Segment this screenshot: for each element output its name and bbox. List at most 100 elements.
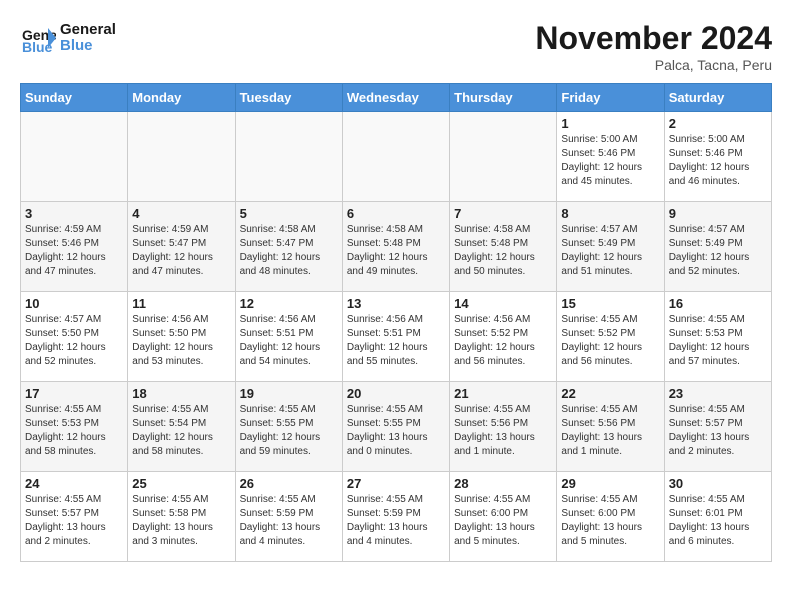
calendar-cell: 27Sunrise: 4:55 AM Sunset: 5:59 PM Dayli… xyxy=(342,472,449,562)
calendar-cell: 29 Sunrise: 4:55 AM Sunset: 6:00 PM Dayli… xyxy=(557,472,664,562)
day-detail: Sunrise: 4:55 AM Sunset: 5:54 PM Dayligh… xyxy=(132,403,230,459)
calendar-week-row: 10 Sunrise: 4:57 AM Sunset: 5:50 PM Dayli… xyxy=(21,292,772,382)
calendar-cell: 12 Sunrise: 4:56 AM Sunset: 5:51 PM Dayli… xyxy=(235,292,342,382)
day-number: 16 xyxy=(669,296,767,311)
day-detail: Sunrise: 4:55 AM Sunset: 5:55 PM Dayligh… xyxy=(240,403,338,459)
weekday-header: Saturday xyxy=(664,84,771,112)
calendar-table: SundayMondayTuesdayWednesdayThursdayFrid… xyxy=(20,83,772,562)
calendar-cell xyxy=(21,112,128,202)
day-number: 14 xyxy=(454,296,552,311)
page-header: General Blue General Blue November 2024 … xyxy=(20,20,772,73)
calendar-cell: 8Sunrise: 4:57 AM Sunset: 5:49 PM Daylig… xyxy=(557,202,664,292)
day-detail: Sunrise: 4:55 AM Sunset: 5:56 PM Dayligh… xyxy=(561,403,659,459)
day-number: 25 xyxy=(132,476,230,491)
day-number: 4 xyxy=(132,206,230,221)
day-detail: Sunrise: 4:55 AM Sunset: 5:53 PM Dayligh… xyxy=(669,313,767,369)
calendar-cell: 2 Sunrise: 5:00 AM Sunset: 5:46 PM Daylig… xyxy=(664,112,771,202)
day-number: 22 xyxy=(561,386,659,401)
calendar-cell: 22 Sunrise: 4:55 AM Sunset: 5:56 PM Dayli… xyxy=(557,382,664,472)
month-title: November 2024 xyxy=(535,20,772,57)
day-number: 24 xyxy=(25,476,123,491)
day-detail: Sunrise: 4:58 AM Sunset: 5:47 PM Dayligh… xyxy=(240,223,338,279)
calendar-cell: 4 Sunrise: 4:59 AM Sunset: 5:47 PM Daylig… xyxy=(128,202,235,292)
title-block: November 2024 Palca, Tacna, Peru xyxy=(535,20,772,73)
day-detail: Sunrise: 4:58 AM Sunset: 5:48 PM Dayligh… xyxy=(454,223,552,279)
calendar-cell: 1 Sunrise: 5:00 AM Sunset: 5:46 PM Daylig… xyxy=(557,112,664,202)
calendar-cell: 26Sunrise: 4:55 AM Sunset: 5:59 PM Dayli… xyxy=(235,472,342,562)
day-detail: Sunrise: 4:55 AM Sunset: 6:00 PM Dayligh… xyxy=(561,493,659,549)
day-detail: Sunrise: 4:56 AM Sunset: 5:51 PM Dayligh… xyxy=(347,313,445,369)
calendar-cell: 25 Sunrise: 4:55 AM Sunset: 5:58 PM Dayli… xyxy=(128,472,235,562)
calendar-cell: 18 Sunrise: 4:55 AM Sunset: 5:54 PM Dayli… xyxy=(128,382,235,472)
day-number: 7 xyxy=(454,206,552,221)
logo-icon: General Blue xyxy=(20,20,56,56)
day-detail: Sunrise: 4:55 AM Sunset: 6:00 PM Dayligh… xyxy=(454,493,552,549)
day-number: 28 xyxy=(454,476,552,491)
calendar-cell xyxy=(342,112,449,202)
day-number: 13 xyxy=(347,296,445,311)
day-number: 12 xyxy=(240,296,338,311)
calendar-cell: 17Sunrise: 4:55 AM Sunset: 5:53 PM Dayli… xyxy=(21,382,128,472)
logo: General Blue General Blue xyxy=(20,20,116,56)
day-detail: Sunrise: 4:55 AM Sunset: 5:58 PM Dayligh… xyxy=(132,493,230,549)
day-detail: Sunrise: 4:55 AM Sunset: 5:52 PM Dayligh… xyxy=(561,313,659,369)
day-detail: Sunrise: 4:59 AM Sunset: 5:47 PM Dayligh… xyxy=(132,223,230,279)
day-detail: Sunrise: 4:55 AM Sunset: 5:57 PM Dayligh… xyxy=(669,403,767,459)
weekday-header: Wednesday xyxy=(342,84,449,112)
calendar-cell: 28 Sunrise: 4:55 AM Sunset: 6:00 PM Dayli… xyxy=(450,472,557,562)
svg-text:Blue: Blue xyxy=(22,39,53,55)
calendar-cell xyxy=(450,112,557,202)
day-detail: Sunrise: 4:55 AM Sunset: 5:57 PM Dayligh… xyxy=(25,493,123,549)
day-detail: Sunrise: 4:56 AM Sunset: 5:51 PM Dayligh… xyxy=(240,313,338,369)
day-detail: Sunrise: 4:57 AM Sunset: 5:50 PM Dayligh… xyxy=(25,313,123,369)
day-detail: Sunrise: 4:55 AM Sunset: 5:56 PM Dayligh… xyxy=(454,403,552,459)
day-number: 21 xyxy=(454,386,552,401)
calendar-week-row: 3 Sunrise: 4:59 AM Sunset: 5:46 PM Daylig… xyxy=(21,202,772,292)
calendar-cell: 6 Sunrise: 4:58 AM Sunset: 5:48 PM Daylig… xyxy=(342,202,449,292)
day-detail: Sunrise: 5:00 AM Sunset: 5:46 PM Dayligh… xyxy=(561,133,659,189)
calendar-cell: 10 Sunrise: 4:57 AM Sunset: 5:50 PM Dayli… xyxy=(21,292,128,382)
day-detail: Sunrise: 4:57 AM Sunset: 5:49 PM Dayligh… xyxy=(669,223,767,279)
day-number: 18 xyxy=(132,386,230,401)
day-number: 10 xyxy=(25,296,123,311)
weekday-header: Monday xyxy=(128,84,235,112)
day-number: 15 xyxy=(561,296,659,311)
calendar-cell: 15 Sunrise: 4:55 AM Sunset: 5:52 PM Dayli… xyxy=(557,292,664,382)
day-number: 1 xyxy=(561,116,659,131)
day-number: 5 xyxy=(240,206,338,221)
calendar-body: 1 Sunrise: 5:00 AM Sunset: 5:46 PM Daylig… xyxy=(21,112,772,562)
day-number: 19 xyxy=(240,386,338,401)
calendar-cell: 3 Sunrise: 4:59 AM Sunset: 5:46 PM Daylig… xyxy=(21,202,128,292)
day-detail: Sunrise: 4:55 AM Sunset: 6:01 PM Dayligh… xyxy=(669,493,767,549)
day-number: 9 xyxy=(669,206,767,221)
calendar-header-row: SundayMondayTuesdayWednesdayThursdayFrid… xyxy=(21,84,772,112)
location: Palca, Tacna, Peru xyxy=(535,57,772,73)
day-number: 3 xyxy=(25,206,123,221)
calendar-cell: 30 Sunrise: 4:55 AM Sunset: 6:01 PM Dayli… xyxy=(664,472,771,562)
logo-text-general: General xyxy=(60,21,116,38)
calendar-cell: 11Sunrise: 4:56 AM Sunset: 5:50 PM Dayli… xyxy=(128,292,235,382)
day-detail: Sunrise: 4:55 AM Sunset: 5:55 PM Dayligh… xyxy=(347,403,445,459)
calendar-cell xyxy=(235,112,342,202)
day-detail: Sunrise: 5:00 AM Sunset: 5:46 PM Dayligh… xyxy=(669,133,767,189)
day-detail: Sunrise: 4:59 AM Sunset: 5:46 PM Dayligh… xyxy=(25,223,123,279)
day-number: 26 xyxy=(240,476,338,491)
day-number: 29 xyxy=(561,476,659,491)
day-detail: Sunrise: 4:56 AM Sunset: 5:52 PM Dayligh… xyxy=(454,313,552,369)
day-detail: Sunrise: 4:57 AM Sunset: 5:49 PM Dayligh… xyxy=(561,223,659,279)
calendar-week-row: 1 Sunrise: 5:00 AM Sunset: 5:46 PM Daylig… xyxy=(21,112,772,202)
logo-text-blue: Blue xyxy=(60,37,93,54)
calendar-cell: 19 Sunrise: 4:55 AM Sunset: 5:55 PM Dayli… xyxy=(235,382,342,472)
day-number: 23 xyxy=(669,386,767,401)
calendar-cell: 16 Sunrise: 4:55 AM Sunset: 5:53 PM Dayli… xyxy=(664,292,771,382)
day-number: 6 xyxy=(347,206,445,221)
day-detail: Sunrise: 4:58 AM Sunset: 5:48 PM Dayligh… xyxy=(347,223,445,279)
calendar-cell: 7 Sunrise: 4:58 AM Sunset: 5:48 PM Daylig… xyxy=(450,202,557,292)
day-number: 30 xyxy=(669,476,767,491)
calendar-cell: 21 Sunrise: 4:55 AM Sunset: 5:56 PM Dayli… xyxy=(450,382,557,472)
day-number: 2 xyxy=(669,116,767,131)
day-detail: Sunrise: 4:55 AM Sunset: 5:53 PM Dayligh… xyxy=(25,403,123,459)
weekday-header: Friday xyxy=(557,84,664,112)
weekday-header: Thursday xyxy=(450,84,557,112)
weekday-header: Sunday xyxy=(21,84,128,112)
